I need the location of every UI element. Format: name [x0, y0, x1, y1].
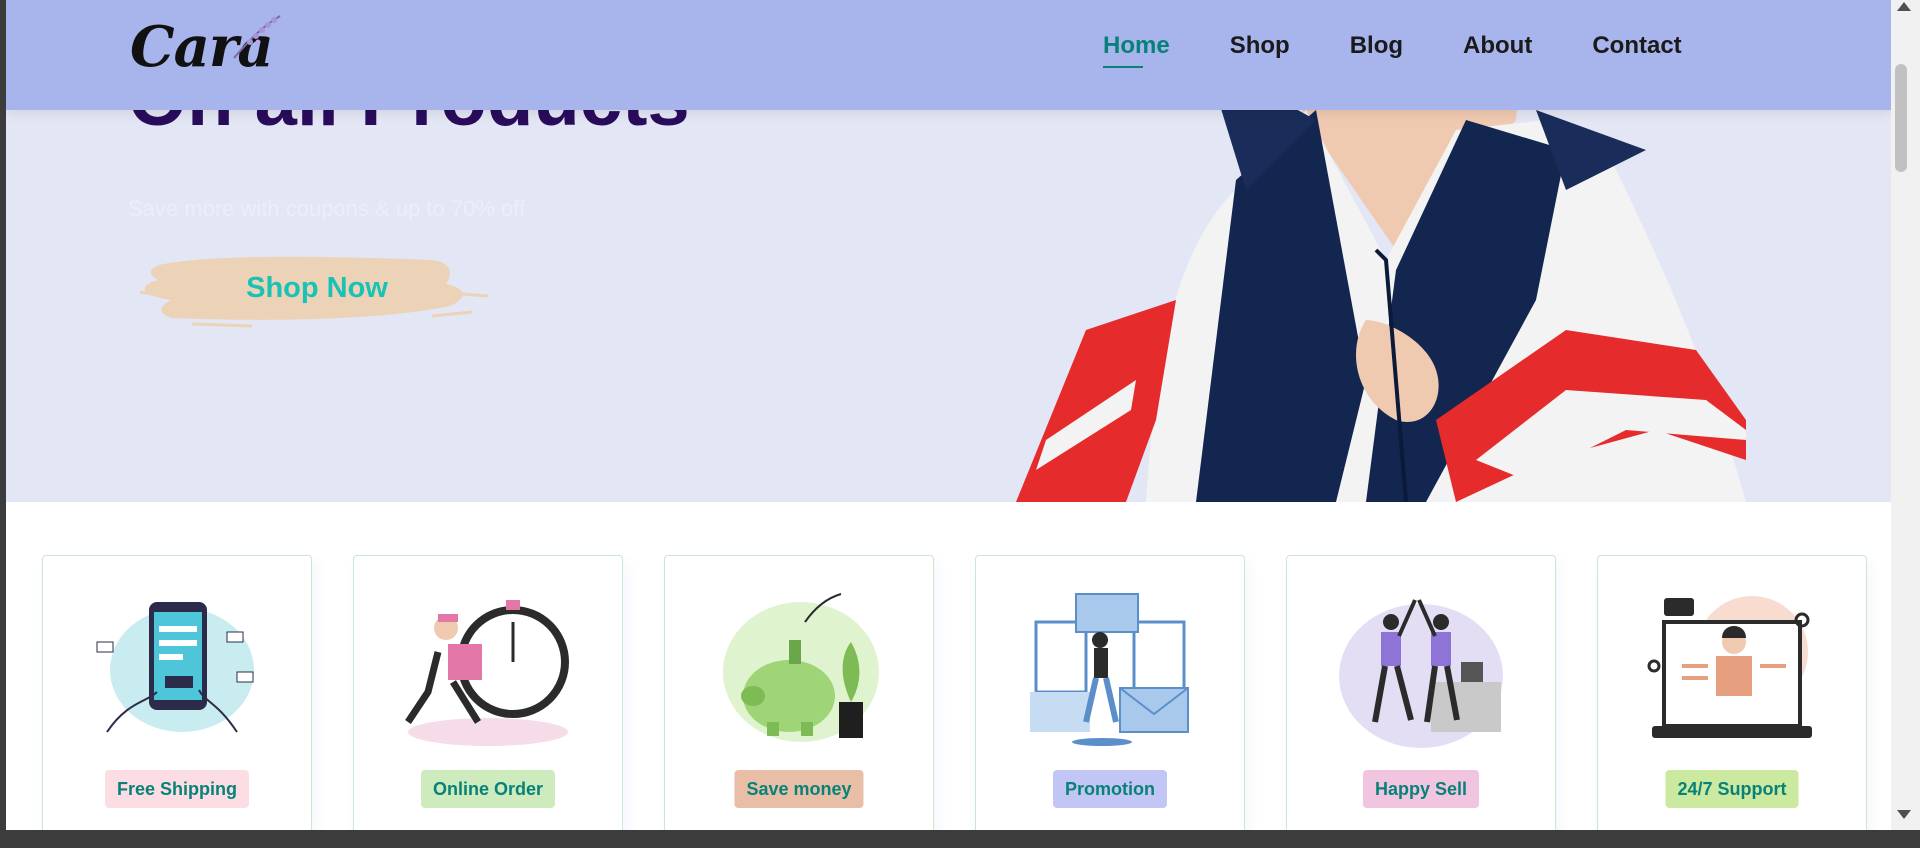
- delivery-clock-illustration: [405, 600, 569, 746]
- feature-card-online-order[interactable]: Online Order: [353, 555, 623, 830]
- nav-blog[interactable]: Blog: [1350, 32, 1403, 60]
- feature-card-support[interactable]: 24/7 Support: [1597, 555, 1867, 830]
- high-five-illustration: [1339, 599, 1503, 748]
- feature-card-happy-sell[interactable]: Happy Sell: [1286, 555, 1556, 830]
- promotion-gift-illustration: [1030, 593, 1189, 746]
- piggy-bank-illustration: [723, 593, 879, 742]
- nav-contact[interactable]: Contact: [1592, 32, 1681, 60]
- cara-logo[interactable]: Cara: [130, 10, 290, 80]
- feature-label: Online Order: [420, 770, 556, 808]
- feature-card-promotion[interactable]: Promotion: [975, 555, 1245, 830]
- shop-now-button[interactable]: Shop Now: [132, 250, 502, 330]
- feature-label: Promotion: [1053, 770, 1167, 808]
- window-bottom-edge: [0, 830, 1920, 848]
- feature-label: Free Shipping: [104, 770, 250, 808]
- feature-card-free-shipping[interactable]: Free Shipping: [42, 555, 312, 830]
- hero-subtitle: Save more with coupons & up to 70% off: [128, 196, 526, 221]
- feature-label: 24/7 Support: [1665, 770, 1799, 808]
- support-laptop-illustration: [1647, 596, 1812, 738]
- nav-shop[interactable]: Shop: [1230, 32, 1290, 60]
- feature-cards: Free Shipping Online Order Save money Pr…: [36, 555, 1867, 830]
- scroll-up-icon[interactable]: [1897, 2, 1911, 11]
- nav-about[interactable]: About: [1463, 32, 1532, 60]
- feature-label: Save money: [734, 770, 864, 808]
- scroll-thumb[interactable]: [1895, 64, 1907, 172]
- mobile-payment-illustration: [96, 602, 254, 733]
- scroll-down-icon[interactable]: [1897, 810, 1911, 819]
- nav-home[interactable]: Home: [1103, 32, 1170, 68]
- shop-now-label: Shop Now: [246, 272, 388, 304]
- lavender-sprig-icon: [233, 15, 281, 59]
- feature-card-save-money[interactable]: Save money: [664, 555, 934, 830]
- vertical-scrollbar[interactable]: [1891, 0, 1920, 830]
- feature-label: Happy Sell: [1362, 770, 1480, 808]
- main-nav: Home Shop Blog About Contact: [1103, 32, 1742, 68]
- page-viewport: On all Products Save more with coupons &…: [6, 0, 1891, 830]
- site-header: Cara Home Shop Blog About Contact: [6, 0, 1891, 110]
